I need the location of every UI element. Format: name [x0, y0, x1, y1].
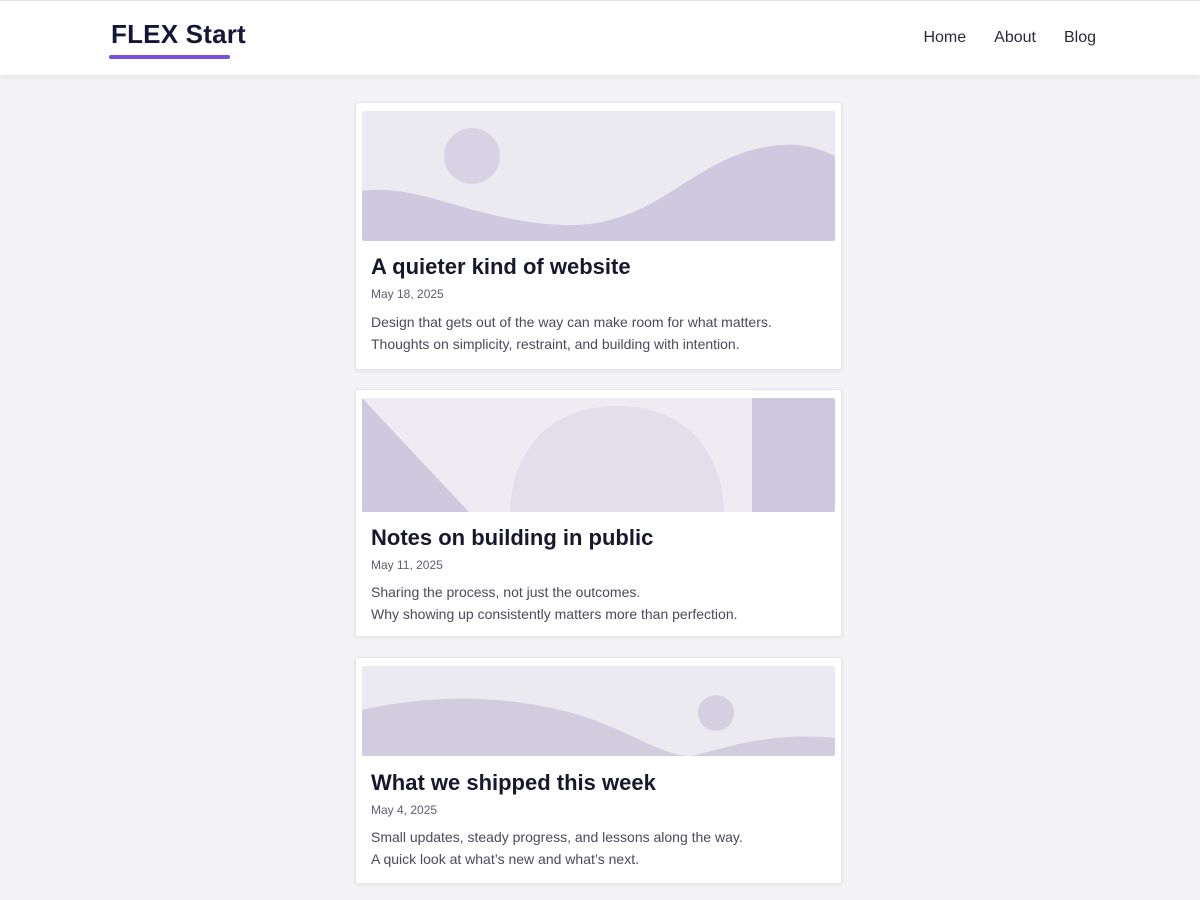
nav-home-link[interactable]: Home [923, 29, 966, 47]
logo-underline [109, 55, 230, 59]
shapes-illustration [362, 398, 835, 512]
post-thumbnail [362, 666, 835, 756]
post-excerpt-line: A quick look at what’s new and what’s ne… [371, 851, 639, 867]
post-thumbnail [362, 398, 835, 512]
nav-about-link[interactable]: About [994, 29, 1036, 47]
post-date: May 4, 2025 [371, 803, 438, 817]
post-title[interactable]: What we shipped this week [371, 770, 656, 796]
post-excerpt-line: Thoughts on simplicity, restraint, and b… [371, 336, 740, 352]
post-excerpt-line: Small updates, steady progress, and less… [371, 829, 743, 845]
post-date: May 18, 2025 [371, 287, 444, 301]
post-thumbnail [362, 111, 835, 241]
post-title[interactable]: Notes on building in public [371, 525, 653, 551]
post-date: May 11, 2025 [371, 558, 443, 572]
post-excerpt-line: Sharing the process, not just the outcom… [371, 584, 641, 600]
site-header: FLEX Start Home About Blog [0, 0, 1200, 75]
post-excerpt-line: Design that gets out of the way can make… [371, 314, 772, 330]
nav-blog-link[interactable]: Blog [1064, 29, 1096, 47]
landscape-illustration [362, 666, 835, 756]
landscape-illustration [362, 111, 835, 241]
main-nav: Home About Blog [923, 29, 1096, 47]
site-logo[interactable]: FLEX Start [111, 19, 246, 50]
post-title[interactable]: A quieter kind of website [371, 254, 631, 280]
post-excerpt-line: Why showing up consistently matters more… [371, 606, 738, 622]
post-card[interactable]: Notes on building in public May 11, 2025… [355, 389, 842, 637]
post-card[interactable]: A quieter kind of website May 18, 2025 D… [355, 102, 842, 370]
post-card[interactable]: What we shipped this week May 4, 2025 Sm… [355, 657, 842, 884]
